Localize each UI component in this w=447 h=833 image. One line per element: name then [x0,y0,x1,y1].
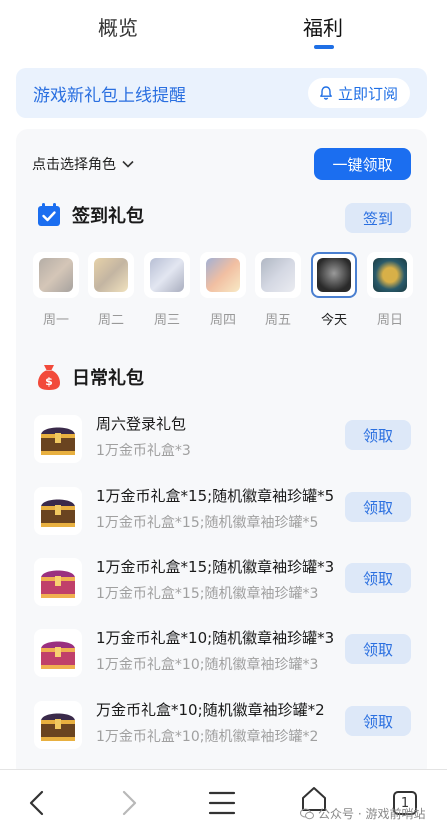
wechat-icon [300,808,314,819]
day-label: 周五 [264,313,291,328]
calendar-check-icon [38,203,60,226]
new-gift-notice-banner: 游戏新礼包上线提醒 立即订阅 [16,68,427,118]
back-icon[interactable] [28,790,46,816]
subscribe-label: 立即订阅 [337,84,398,103]
gift-row: 1万金币礼盒*15;随机徽章袖珍罐*3 1万金币礼盒*15;随机徽章袖珍罐*3 … [16,550,427,614]
gift-description: 1万金币礼盒*3 [96,443,191,459]
claim-button[interactable]: 领取 [345,420,411,450]
signin-day-mon[interactable]: 周一 [32,252,80,328]
tab-benefits[interactable]: 福利 [303,12,343,41]
gift-name: 1万金币礼盒*15;随机徽章袖珍罐*5 [96,487,335,505]
treasure-chest-icon [34,415,82,463]
top-tab-bar: 概览 福利 [0,0,447,60]
forward-icon[interactable] [120,790,138,816]
day-label: 周日 [376,313,403,328]
claim-button[interactable]: 领取 [345,706,411,736]
day-label: 今天 [320,313,347,328]
menu-icon[interactable] [208,790,236,816]
day-label: 周二 [97,313,124,328]
day-label: 周四 [209,313,236,328]
reward-thumbnail [367,252,413,298]
role-selector-label: 点击选择角色 [32,157,116,173]
gift-row: 1万金币礼盒*15;随机徽章袖珍罐*5 1万金币礼盒*15;随机徽章袖珍罐*5 … [16,479,427,543]
money-bag-icon: $ [38,365,60,390]
signin-day-today[interactable]: 今天 [310,252,358,328]
purple-chest-icon [34,558,82,606]
signin-section-title: 签到礼包 [36,202,144,228]
notice-text: 游戏新礼包上线提醒 [33,86,186,106]
gift-row: 万金币礼盒*10;随机徽章袖珍罐*2 1万金币礼盒*10;随机徽章袖珍罐*2 领… [16,693,427,757]
day-label: 周一 [42,313,69,328]
reward-thumbnail [311,252,357,298]
svg-text:$: $ [45,375,53,388]
treasure-chest-icon [34,701,82,749]
tab-overview[interactable]: 概览 [98,12,138,41]
day-label: 周三 [153,313,180,328]
bottom-navigation-bar: 1 公众号 · 游戏前哨站 [0,769,447,833]
daily-title-text: 日常礼包 [72,368,144,389]
reward-thumbnail [200,252,246,298]
reward-thumbnail [33,252,79,298]
claim-button[interactable]: 领取 [345,492,411,522]
chevron-down-icon [122,160,134,168]
signin-day-fri[interactable]: 周五 [254,252,302,328]
signin-button[interactable]: 签到 [345,203,411,233]
gift-description: 1万金币礼盒*10;随机徽章袖珍罐*2 [96,729,319,745]
reward-thumbnail [144,252,190,298]
gift-name: 万金币礼盒*10;随机徽章袖珍罐*2 [96,701,325,719]
benefits-panel: 点击选择角色 一键领取 签到礼包 签到 周一 周二 周三 周四 周五 今天 周日… [16,129,427,779]
purple-chest-icon [34,629,82,677]
signin-title-text: 签到礼包 [72,206,144,227]
signin-day-thu[interactable]: 周四 [199,252,247,328]
signin-day-sun[interactable]: 周日 [366,252,414,328]
role-selector[interactable]: 点击选择角色 [32,154,134,174]
claim-button[interactable]: 领取 [345,563,411,593]
gift-name: 1万金币礼盒*15;随机徽章袖珍罐*3 [96,558,335,576]
watermark: 公众号 · 游戏前哨站 [300,805,425,822]
gift-description: 1万金币礼盒*15;随机徽章袖珍罐*3 [96,586,319,602]
claim-all-button[interactable]: 一键领取 [314,148,411,180]
daily-section-title: $ 日常礼包 [36,363,144,391]
gift-description: 1万金币礼盒*10;随机徽章袖珍罐*3 [96,657,319,673]
active-tab-indicator [314,45,334,49]
claim-button[interactable]: 领取 [345,634,411,664]
signin-day-wed[interactable]: 周三 [143,252,191,328]
reward-thumbnail [88,252,134,298]
signin-day-row: 周一 周二 周三 周四 周五 今天 周日 [32,252,414,332]
subscribe-button[interactable]: 立即订阅 [307,78,410,108]
gift-row: 1万金币礼盒*10;随机徽章袖珍罐*3 1万金币礼盒*10;随机徽章袖珍罐*3 … [16,621,427,685]
gift-description: 1万金币礼盒*15;随机徽章袖珍罐*5 [96,515,319,531]
gift-name: 1万金币礼盒*10;随机徽章袖珍罐*3 [96,629,335,647]
bell-icon [320,86,332,100]
reward-thumbnail [255,252,301,298]
watermark-text: 公众号 · 游戏前哨站 [318,807,426,821]
gift-name: 周六登录礼包 [96,415,187,433]
signin-day-tue[interactable]: 周二 [87,252,135,328]
gift-row: 周六登录礼包 1万金币礼盒*3 领取 [16,407,427,471]
treasure-chest-icon [34,487,82,535]
